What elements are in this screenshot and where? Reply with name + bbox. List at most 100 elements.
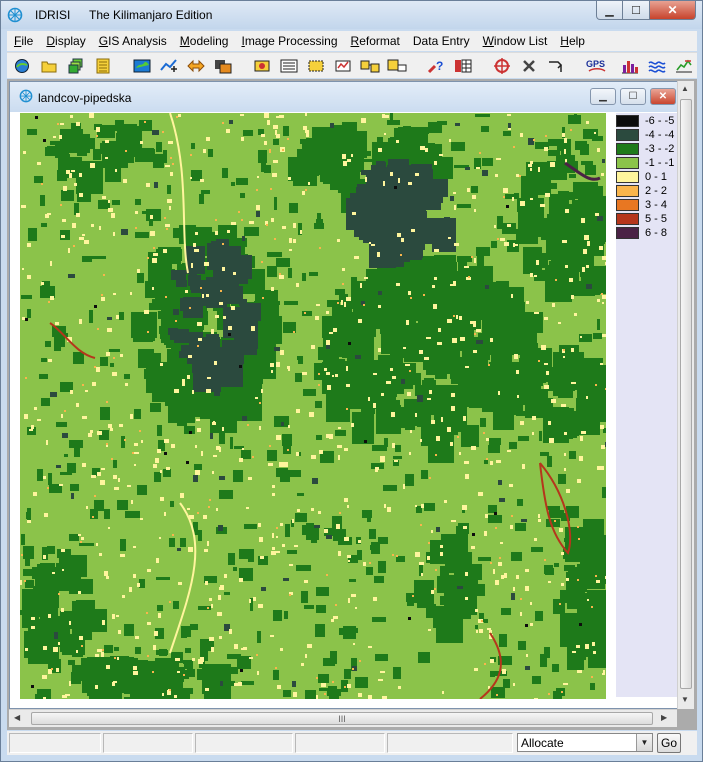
maximize-button[interactable]: ☐ <box>623 1 650 20</box>
gps-button[interactable]: GPS <box>584 55 610 76</box>
select-icon <box>308 60 324 71</box>
table-icon <box>455 59 472 72</box>
minimize-button[interactable]: ▁ <box>596 1 623 20</box>
surface-icon <box>648 60 666 73</box>
profile-icon <box>676 59 692 72</box>
menu-reformat[interactable]: Reformat <box>344 34 406 48</box>
composer-icon <box>68 58 83 73</box>
app-window: IDRISI The Kilimanjaro Edition ▁ ☐ ✕ Fil… <box>0 0 703 762</box>
legend-entry: -6 - -5 <box>616 114 674 128</box>
display-launcher-icon <box>15 58 29 73</box>
title-bar[interactable]: IDRISI The Kilimanjaro Edition ▁ ☐ ✕ <box>1 1 702 29</box>
scroll-right-icon[interactable]: ▶ <box>661 713 667 722</box>
map-minimize-button[interactable]: ▁ <box>590 88 616 105</box>
zoom-window-button[interactable] <box>212 55 234 76</box>
scroll-down-icon[interactable]: ▼ <box>681 695 689 704</box>
query-button[interactable]: ? <box>425 55 447 76</box>
target-button[interactable] <box>491 55 513 76</box>
select-button[interactable] <box>305 55 327 76</box>
idrisi-logo-icon <box>7 7 23 23</box>
close-button[interactable]: ✕ <box>650 1 696 20</box>
legend-swatch <box>616 213 639 225</box>
add-layer-button[interactable] <box>158 55 180 76</box>
horizontal-scrollbar[interactable]: ◀ III ▶ <box>9 709 677 727</box>
status-panel <box>195 733 293 753</box>
legend-entry: -4 - -4 <box>616 128 674 142</box>
menu-file[interactable]: File <box>7 34 39 48</box>
map-window-titlebar[interactable]: landcov-pipedska ▁ ☐ ✕ <box>10 82 688 112</box>
menu-image-processing[interactable]: Image Processing <box>234 34 343 48</box>
raster-map[interactable] <box>20 113 606 699</box>
go-button[interactable]: Go <box>657 733 681 753</box>
map-window-title: landcov-pipedska <box>38 91 132 105</box>
legend-entry: 0 - 1 <box>616 170 667 184</box>
digitize-button[interactable] <box>251 55 273 76</box>
profile-button[interactable] <box>673 55 695 76</box>
open-button[interactable] <box>38 55 60 76</box>
measure-icon <box>335 60 351 71</box>
display-launcher-button[interactable] <box>11 55 33 76</box>
layer-edit-icon <box>387 59 407 71</box>
measure-button[interactable] <box>332 55 354 76</box>
vertical-scroll-thumb[interactable] <box>680 99 692 689</box>
legend-entry: 6 - 8 <box>616 226 667 240</box>
scroll-left-icon[interactable]: ◀ <box>14 713 20 722</box>
open-folder-icon <box>41 61 57 72</box>
table-button[interactable] <box>452 55 474 76</box>
map-maximize-button[interactable]: ☐ <box>620 88 646 105</box>
zoom-window-icon <box>215 59 232 73</box>
menu-modeling[interactable]: Modeling <box>173 34 235 48</box>
horizontal-scroll-thumb[interactable]: III <box>31 712 653 725</box>
layer-edit-button[interactable] <box>386 55 408 76</box>
legend-swatch <box>616 129 639 141</box>
legend-entry: 3 - 4 <box>616 198 667 212</box>
map-window-button[interactable] <box>131 55 153 76</box>
dropdown-arrow-icon[interactable]: ▼ <box>636 734 652 751</box>
pan-button[interactable] <box>185 55 207 76</box>
menu-data-entry[interactable]: Data Entry <box>406 34 476 48</box>
status-panel <box>103 733 193 753</box>
menu-gis-analysis[interactable]: GIS Analysis <box>92 34 173 48</box>
app-title: IDRISI <box>35 8 71 22</box>
map-window: landcov-pipedska ▁ ☐ ✕ -6 - -5 -4 - -4 -… <box>9 81 689 709</box>
properties-button[interactable] <box>92 55 114 76</box>
composer-button[interactable] <box>65 55 87 76</box>
legend-entry: 5 - 5 <box>616 212 667 226</box>
app-edition: The Kilimanjaro Edition <box>89 8 213 22</box>
query-icon: ? <box>427 59 443 73</box>
scroll-up-icon[interactable]: ▲ <box>681 84 689 93</box>
map-window-logo-icon <box>19 89 33 103</box>
legend-swatch <box>616 199 639 211</box>
status-panel <box>9 733 101 753</box>
legend-swatch <box>616 115 639 127</box>
module-dropdown[interactable]: Allocate ▼ <box>517 733 653 752</box>
legend-swatch <box>616 227 639 239</box>
surface-button[interactable] <box>646 55 668 76</box>
gps-icon: GPS <box>586 59 606 72</box>
svg-text:?: ? <box>436 59 443 73</box>
tools-icon <box>523 59 535 72</box>
menu-window-list[interactable]: Window List <box>476 34 554 48</box>
status-panel <box>387 733 513 753</box>
status-bar: Allocate ▼ Go <box>7 731 697 755</box>
legend-swatch <box>616 171 639 183</box>
map-window-icon <box>133 59 151 72</box>
pan-icon <box>187 59 205 72</box>
target-icon <box>494 57 510 74</box>
menu-help[interactable]: Help <box>553 34 591 48</box>
legend-swatch <box>616 157 639 169</box>
placemark-icon <box>360 60 380 72</box>
histogram-button[interactable] <box>619 55 641 76</box>
redraw-button[interactable] <box>545 55 567 76</box>
redraw-icon <box>549 60 563 72</box>
histogram-icon <box>622 60 638 73</box>
map-close-button[interactable]: ✕ <box>650 88 676 105</box>
vertical-scrollbar[interactable]: ▲ ▼ <box>677 81 694 709</box>
digitize-icon <box>254 60 270 71</box>
placemark-button[interactable] <box>359 55 381 76</box>
legend-entry: 2 - 2 <box>616 184 667 198</box>
legend-swatch <box>616 143 639 155</box>
menu-display[interactable]: Display <box>39 34 91 48</box>
feature-properties-button[interactable] <box>278 55 300 76</box>
tools-button[interactable] <box>518 55 540 76</box>
